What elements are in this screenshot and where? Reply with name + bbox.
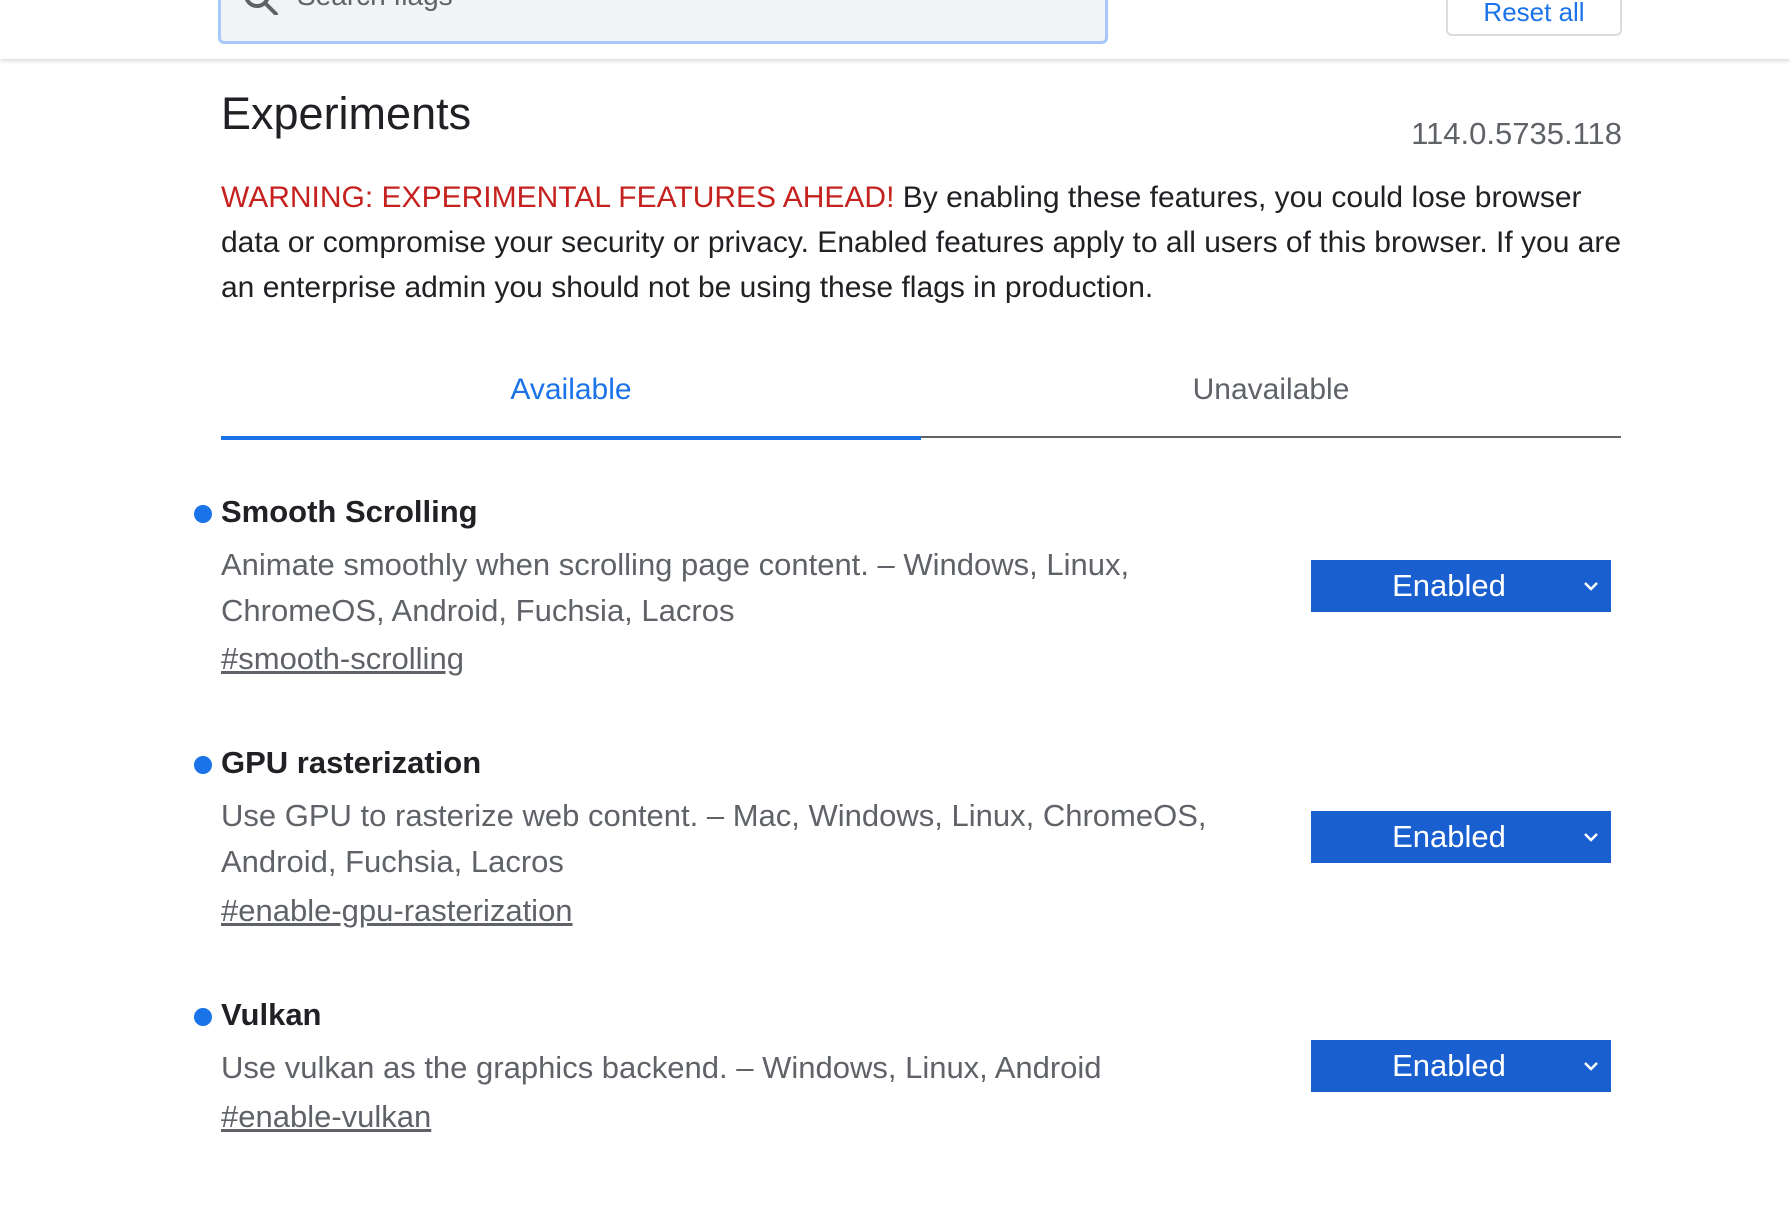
flag-state-value: Enabled	[1392, 568, 1506, 603]
warning-text: WARNING: EXPERIMENTAL FEATURES AHEAD! By…	[221, 175, 1626, 310]
modified-dot-icon	[194, 1008, 212, 1026]
header-bar: Reset all	[0, 0, 1790, 59]
chevron-down-icon	[1584, 1062, 1598, 1071]
search-box[interactable]	[218, 0, 1108, 44]
chevron-down-icon	[1584, 582, 1598, 591]
chevron-down-icon	[1584, 833, 1598, 842]
search-input[interactable]	[295, 0, 999, 21]
flag-state-value: Enabled	[1392, 819, 1506, 854]
flag-title: Smooth Scrolling	[221, 494, 478, 529]
tab-available[interactable]: Available	[221, 362, 921, 440]
flag-state-value: Enabled	[1392, 1048, 1506, 1083]
flag-link[interactable]: #enable-gpu-rasterization	[221, 893, 573, 929]
flag-link[interactable]: #smooth-scrolling	[221, 641, 464, 677]
tab-available-label: Available	[510, 373, 632, 406]
flag-description: Use GPU to rasterize web content. – Mac,…	[221, 798, 1207, 879]
flag-state-select[interactable]: Enabled	[1311, 1040, 1611, 1092]
warning-prefix: WARNING: EXPERIMENTAL FEATURES AHEAD!	[221, 181, 895, 214]
tab-unavailable-label: Unavailable	[1192, 373, 1350, 406]
flag-description: Use vulkan as the graphics backend. – Wi…	[221, 1050, 1102, 1085]
modified-dot-icon	[194, 505, 212, 523]
reset-all-button[interactable]: Reset all	[1446, 0, 1622, 36]
tab-unavailable[interactable]: Unavailable	[921, 362, 1621, 438]
tab-bar: Available Unavailable	[221, 362, 1621, 440]
flag-state-select[interactable]: Enabled	[1311, 811, 1611, 863]
active-tab-indicator	[221, 436, 921, 440]
search-icon	[245, 0, 278, 15]
version-label: 114.0.5735.118	[1411, 116, 1622, 151]
modified-dot-icon	[194, 756, 212, 774]
flag-title: Vulkan	[221, 997, 322, 1032]
flag-link[interactable]: #enable-vulkan	[221, 1099, 431, 1135]
flag-description: Animate smoothly when scrolling page con…	[221, 547, 1130, 628]
flag-state-select[interactable]: Enabled	[1311, 560, 1611, 612]
page-title: Experiments	[221, 88, 472, 139]
flag-title: GPU rasterization	[221, 745, 482, 780]
